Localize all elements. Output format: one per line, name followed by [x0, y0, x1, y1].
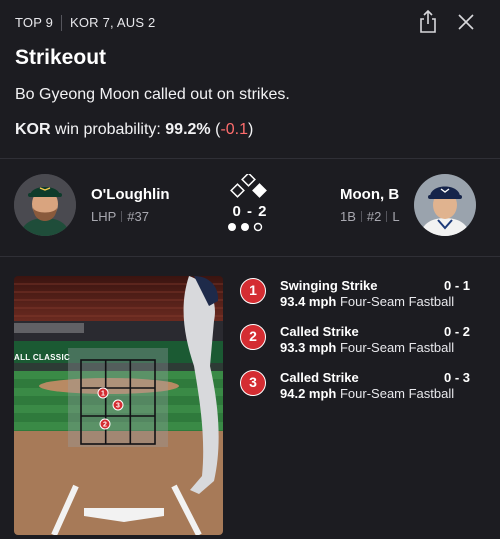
batter-avatar[interactable]: [414, 174, 476, 236]
pitch-type: Four-Seam Fastball: [339, 340, 455, 355]
strike-zone-grid: 1 3 2: [68, 348, 168, 447]
win-probability: KOR win probability: 99.2% (-0.1): [15, 121, 253, 139]
pitcher-name[interactable]: O'Loughlin: [91, 186, 170, 203]
info-divider: [360, 211, 362, 222]
pitch-type: Four-Seam Fastball: [339, 294, 455, 309]
first-base-icon: [252, 183, 267, 198]
win-probability-delta-open: (: [210, 121, 221, 138]
base-diamond-icon: [230, 174, 267, 198]
close-button[interactable]: [456, 12, 476, 32]
pitch-result: Swinging Strike: [280, 278, 378, 293]
close-icon: [458, 14, 474, 30]
svg-text:3: 3: [116, 403, 120, 410]
inning-label: TOP 9: [15, 15, 54, 30]
win-probability-team: KOR: [15, 121, 51, 138]
section-divider: [0, 256, 500, 257]
pitch-number-badge: 3: [240, 370, 266, 396]
batter-name[interactable]: Moon, B: [340, 186, 399, 203]
pitch-speed-type: 93.3 mph Four-Seam Fastball: [280, 340, 454, 355]
ball-strike-count: 0 - 2: [232, 203, 268, 220]
share-button[interactable]: [416, 9, 440, 35]
pitch-row[interactable]: 3 Called Strike 0 - 3 94.2 mph Four-Seam…: [240, 370, 490, 410]
batter-info: 1B #2 L: [340, 209, 400, 224]
pitch-speed: 94.2 mph: [280, 386, 337, 401]
win-probability-label: win probability:: [50, 121, 166, 138]
pitch-marker-3: 3: [112, 399, 124, 411]
pitch-row[interactable]: 2 Called Strike 0 - 2 93.3 mph Four-Seam…: [240, 324, 490, 364]
pitch-count: 0 - 2: [443, 324, 470, 339]
batter-headshot-icon: [414, 174, 476, 236]
win-probability-delta-close: ): [248, 121, 254, 138]
section-divider: [0, 158, 500, 159]
pitch-speed: 93.3 mph: [280, 340, 337, 355]
svg-text:1: 1: [101, 391, 105, 398]
pitcher-position: LHP: [91, 209, 117, 224]
pitcher-avatar[interactable]: [14, 174, 76, 236]
pitch-result: Called Strike: [280, 370, 359, 385]
win-probability-delta: -0.1: [220, 121, 249, 138]
pitch-count: 0 - 1: [443, 278, 470, 293]
pitch-count: 0 - 3: [443, 370, 470, 385]
third-base-icon: [230, 183, 245, 198]
pitch-marker-1: 1: [97, 387, 109, 399]
pitch-speed-type: 94.2 mph Four-Seam Fastball: [280, 386, 454, 401]
pitcher-number: #37: [127, 209, 149, 224]
pitch-speed: 93.4 mph: [280, 294, 337, 309]
pitch-number-badge: 2: [240, 324, 266, 350]
pitch-speed-type: 93.4 mph Four-Seam Fastball: [280, 294, 454, 309]
info-divider: [121, 211, 123, 222]
outs-indicator-icon: [228, 222, 263, 232]
batter-bats: L: [392, 209, 400, 224]
pitch-result: Called Strike: [280, 324, 359, 339]
play-title: Strikeout: [15, 46, 107, 69]
pitch-marker-2: 2: [99, 418, 111, 430]
top-bar: TOP 9 KOR 7, AUS 2: [0, 0, 500, 44]
pitcher-headshot-icon: [14, 174, 76, 236]
batter-position: 1B: [340, 209, 356, 224]
info-divider: [386, 211, 388, 222]
share-icon: [420, 9, 436, 33]
svg-text:2: 2: [103, 422, 107, 429]
play-description: Bo Gyeong Moon called out on strikes.: [15, 86, 290, 103]
batter-number: #2: [366, 209, 382, 224]
pitch-number-badge: 1: [240, 278, 266, 304]
pitch-row[interactable]: 1 Swinging Strike 0 - 1 93.4 mph Four-Se…: [240, 278, 490, 318]
view-label: ALL CLASSIC: [14, 353, 71, 362]
pitch-type: Four-Seam Fastball: [339, 386, 455, 401]
header-divider: [61, 15, 62, 31]
pitcher-info: LHP #37: [91, 209, 149, 224]
game-score: KOR 7, AUS 2: [70, 15, 156, 30]
win-probability-value: 99.2%: [165, 121, 211, 138]
second-base-icon: [241, 174, 256, 187]
